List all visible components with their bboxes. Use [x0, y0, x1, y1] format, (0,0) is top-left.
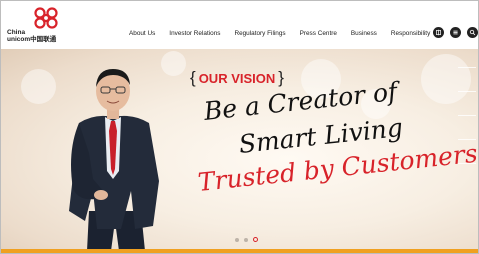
- nav-business[interactable]: Business: [351, 30, 377, 42]
- logo-text-china: China: [7, 29, 26, 36]
- executive-photo: [69, 69, 159, 251]
- bottom-accent-bar: [1, 249, 478, 253]
- vision-bracket-close: }: [278, 68, 284, 87]
- carousel-indicators: [235, 237, 258, 242]
- carousel-dot-2[interactable]: [244, 237, 248, 242]
- nav-responsibility[interactable]: Responsibility: [391, 30, 430, 42]
- nav-regulatory-filings[interactable]: Regulatory Filings: [234, 30, 285, 42]
- vision-label: OUR VISION: [198, 70, 276, 86]
- nav-investor-relations[interactable]: Investor Relations: [169, 30, 220, 42]
- main-nav: About Us Investor Relations Regulatory F…: [129, 30, 444, 42]
- vision-heading: { OUR VISION }: [187, 68, 287, 88]
- chinese-language-icon[interactable]: [433, 27, 444, 38]
- browser-viewport: China unicom中国联通 About Us Investor Relat…: [0, 0, 479, 254]
- nav-about-us[interactable]: About Us: [129, 30, 155, 42]
- nav-press-centre[interactable]: Press Centre: [300, 30, 337, 42]
- logo-text-unicom: unicom中国联通: [7, 36, 57, 43]
- menu-icon[interactable]: [450, 27, 461, 38]
- vision-bracket-open: {: [190, 68, 196, 87]
- unicom-knot-icon: [34, 7, 58, 29]
- carousel-dot-3-active[interactable]: [253, 237, 258, 242]
- search-icon[interactable]: [467, 27, 478, 38]
- china-unicom-logo[interactable]: China unicom中国联通: [7, 7, 67, 47]
- logo-wordmark: China unicom中国联通: [7, 29, 56, 43]
- carousel-dot-1[interactable]: [235, 237, 239, 242]
